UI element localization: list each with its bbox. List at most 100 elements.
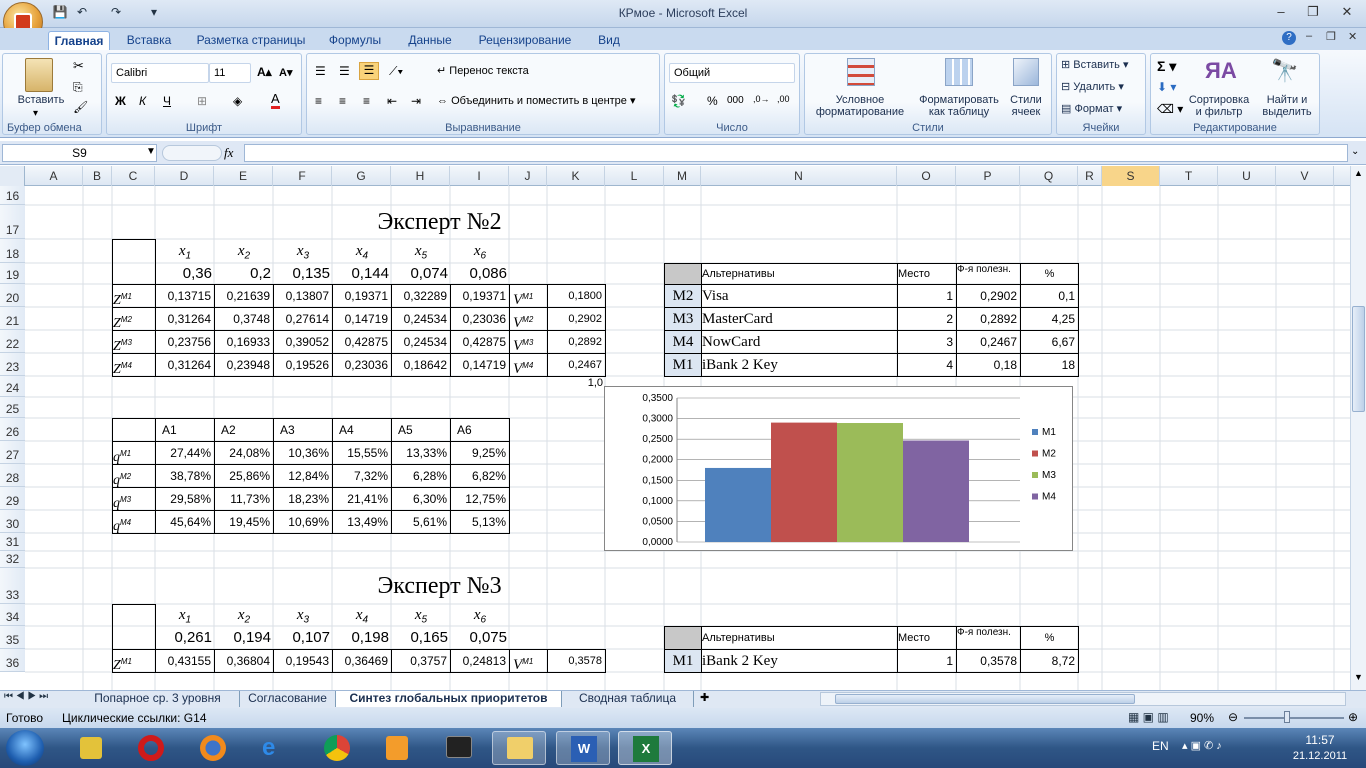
- shrink-font-icon[interactable]: A▾: [279, 66, 292, 79]
- z-value-cell[interactable]: 0,13807: [273, 284, 333, 308]
- align-bottom-icon[interactable]: ☰: [359, 62, 379, 80]
- v-value-cell[interactable]: 0,2892: [547, 330, 606, 354]
- column-header-s[interactable]: S: [1102, 166, 1160, 186]
- row-header-26[interactable]: 26: [0, 418, 25, 441]
- q-value-cell[interactable]: 18,23%: [273, 487, 333, 511]
- rank-m[interactable]: M1: [664, 353, 702, 377]
- z-label[interactable]: ZM3: [112, 330, 156, 354]
- x-header[interactable]: x1: [155, 239, 215, 264]
- q-value-cell[interactable]: 25,86%: [214, 464, 274, 488]
- start-button[interactable]: [6, 730, 44, 766]
- format-as-table-button[interactable]: Форматировать как таблицу: [913, 94, 1005, 118]
- row-header-17[interactable]: 17: [0, 205, 25, 239]
- q-value-cell[interactable]: 11,73%: [214, 487, 274, 511]
- z-value-cell[interactable]: 0,27614: [273, 307, 333, 331]
- increase-decimal-icon[interactable]: ,0→: [753, 94, 770, 104]
- fill-color-icon[interactable]: ◈: [233, 94, 242, 108]
- weight-cell[interactable]: 0,075: [450, 626, 510, 650]
- row-header-20[interactable]: 20: [0, 284, 25, 307]
- weight-cell[interactable]: 0,261: [155, 626, 215, 650]
- v-value-cell[interactable]: 0,1800: [547, 284, 606, 308]
- z-value-cell[interactable]: 0,24534: [391, 307, 451, 331]
- v-value-cell[interactable]: 0,3578: [547, 649, 606, 673]
- q-value-cell[interactable]: 7,32%: [332, 464, 392, 488]
- paste-dropdown-icon[interactable]: ▾: [33, 108, 38, 119]
- help-icon[interactable]: ?: [1282, 31, 1296, 45]
- column-header-k[interactable]: K: [547, 166, 605, 186]
- view-buttons-icon[interactable]: ▦ ▣ ▥: [1128, 710, 1169, 724]
- x-header[interactable]: x6: [450, 604, 510, 627]
- q-value-cell[interactable]: 27,44%: [155, 441, 215, 465]
- scroll-up-icon[interactable]: ▲: [1352, 168, 1365, 182]
- tray-icons[interactable]: ▴ ▣ ✆ ♪: [1182, 739, 1222, 752]
- font-size-select[interactable]: 11: [209, 63, 251, 83]
- v-value-cell[interactable]: 0,2467: [547, 353, 606, 377]
- rank-place[interactable]: 2: [897, 307, 957, 331]
- z-value-cell[interactable]: 0,19371: [450, 284, 510, 308]
- rank-m[interactable]: M2: [664, 284, 702, 308]
- cell-styles-button[interactable]: Стили ячеек: [1003, 94, 1049, 118]
- expand-formula-icon[interactable]: ⌄: [1351, 146, 1359, 157]
- x-header[interactable]: x2: [214, 239, 274, 264]
- thousands-icon[interactable]: 000: [727, 95, 744, 106]
- firefox-icon[interactable]: [186, 731, 240, 765]
- z-label[interactable]: ZM4: [112, 353, 156, 377]
- q-table-corner[interactable]: [112, 418, 156, 442]
- rank-m[interactable]: M1: [664, 649, 702, 673]
- q-value-cell[interactable]: 13,33%: [391, 441, 451, 465]
- q-value-cell[interactable]: 38,78%: [155, 464, 215, 488]
- fx-icon[interactable]: fx: [224, 145, 233, 161]
- ie-icon[interactable]: e: [248, 731, 302, 765]
- row-header-22[interactable]: 22: [0, 330, 25, 353]
- column-header-d[interactable]: D: [155, 166, 214, 186]
- z-label[interactable]: ZM1: [112, 284, 156, 308]
- tab-view[interactable]: Вид: [590, 31, 628, 50]
- z-value-cell[interactable]: 0,31264: [155, 307, 215, 331]
- select-all[interactable]: [0, 166, 25, 186]
- x-header[interactable]: x3: [273, 604, 333, 627]
- rank-corner[interactable]: [664, 263, 702, 285]
- v-label[interactable]: VM1: [509, 284, 548, 308]
- rank-header[interactable]: Ф-я полезн.: [956, 626, 1021, 650]
- underline-icon[interactable]: Ч: [163, 94, 171, 108]
- weight-cell[interactable]: 0,198: [332, 626, 392, 650]
- z-value-cell[interactable]: 0,24813: [450, 649, 510, 673]
- x-header[interactable]: x4: [332, 239, 392, 264]
- q-value-cell[interactable]: 5,61%: [391, 510, 451, 534]
- column-header-c[interactable]: C: [112, 166, 155, 186]
- sheet-tab[interactable]: Согласование: [240, 691, 336, 707]
- z-value-cell[interactable]: 0,21639: [214, 284, 274, 308]
- rank-header[interactable]: %: [1020, 626, 1079, 650]
- q-value-cell[interactable]: 21,41%: [332, 487, 392, 511]
- rank-header[interactable]: %: [1020, 263, 1079, 285]
- rank-pct[interactable]: 18: [1020, 353, 1079, 377]
- q-value-cell[interactable]: 12,75%: [450, 487, 510, 511]
- rank-header[interactable]: Ф-я полезн.: [956, 263, 1021, 285]
- x-header[interactable]: x4: [332, 604, 392, 627]
- zoom-thumb[interactable]: [1284, 711, 1290, 723]
- minimize-icon[interactable]: –: [1268, 4, 1294, 22]
- decrease-indent-icon[interactable]: ⇤: [387, 94, 397, 108]
- column-header-e[interactable]: E: [214, 166, 273, 186]
- q-value-cell[interactable]: 29,58%: [155, 487, 215, 511]
- x-header[interactable]: x5: [391, 604, 451, 627]
- z-value-cell[interactable]: 0,3748: [214, 307, 274, 331]
- row-header-33[interactable]: 33: [0, 568, 25, 604]
- rank-place[interactable]: 1: [897, 649, 957, 673]
- align-left-icon[interactable]: ≡: [315, 94, 322, 108]
- row-header-34[interactable]: 34: [0, 604, 25, 626]
- format-cells-button[interactable]: ▤ Формат ▾: [1061, 103, 1122, 115]
- z-value-cell[interactable]: 0,23756: [155, 330, 215, 354]
- autosum-icon[interactable]: Σ ▾: [1157, 58, 1176, 75]
- align-right-icon[interactable]: ≡: [363, 94, 370, 108]
- expert2-title[interactable]: Эксперт №2: [273, 205, 606, 240]
- z-value-cell[interactable]: 0,23036: [450, 307, 510, 331]
- stray-value[interactable]: 1,0: [547, 376, 606, 398]
- rank-util[interactable]: 0,2902: [956, 284, 1021, 308]
- decrease-decimal-icon[interactable]: ,00: [777, 94, 790, 104]
- opera-icon[interactable]: [124, 731, 178, 765]
- column-header-h[interactable]: H: [391, 166, 450, 186]
- row-header-30[interactable]: 30: [0, 510, 25, 533]
- rank-util[interactable]: 0,3578: [956, 649, 1021, 673]
- a-header[interactable]: A3: [273, 418, 333, 442]
